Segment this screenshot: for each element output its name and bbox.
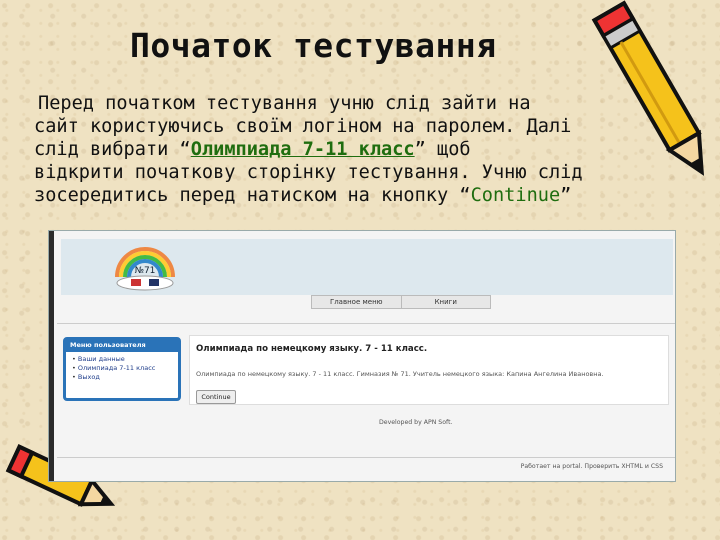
divider [57, 323, 675, 324]
school-logo-icon: №71 [115, 247, 175, 291]
site-footer: Работает на portal. Проверить XHTML и CS… [520, 463, 663, 470]
divider [57, 457, 675, 458]
menu-item-logout[interactable]: Выход [72, 373, 172, 382]
test-content-panel: Олимпиада по немецкому языку. 7 - 11 кла… [189, 335, 669, 405]
nav-books-link[interactable]: Книги [402, 296, 491, 308]
menu-item-olympiad[interactable]: Олимпиада 7-11 класс [72, 364, 172, 373]
continue-highlight: Continue [470, 185, 561, 206]
logo-text: №71 [135, 266, 156, 276]
body-text: ” щоб [414, 139, 471, 160]
body-text: слід вибрати “ [34, 139, 191, 160]
body-line: Перед початком тестування учню слід зайт… [38, 93, 531, 114]
slide-body-text: Перед початком тестування учню слід зайт… [34, 92, 654, 207]
olympiad-highlight: Олимпиада 7-11 класс [190, 139, 415, 160]
user-menu-title: Меню пользователя [66, 340, 178, 352]
site-navbar: Главное меню Книги [311, 295, 491, 309]
website-screenshot: №71 Главное меню Книги Меню пользователя… [48, 230, 676, 482]
left-strip [49, 231, 54, 481]
test-title: Олимпиада по немецкому языку. 7 - 11 кла… [196, 344, 428, 354]
test-description: Олимпиада по немецкому языку. 7 - 11 кла… [196, 370, 604, 378]
slide-title: Початок тестування [130, 26, 497, 65]
developed-by-text: Developed by APN Soft. [379, 419, 453, 426]
continue-button[interactable]: Continue [196, 390, 236, 404]
body-line: відкрити початкову сторінку тестування. … [34, 162, 583, 183]
body-line: зосередитись перед натиском на кнопку “C… [34, 184, 654, 207]
body-line: сайт користуючись своїм логіном на парол… [34, 116, 572, 137]
user-menu-list: Ваши данные Олимпиада 7-11 класс Выход [66, 352, 178, 385]
body-line: слід вибрати “Олимпиада 7-11 класс” щоб [34, 138, 654, 161]
nav-home-link[interactable]: Главное меню [312, 296, 402, 308]
body-text: ” [560, 185, 572, 206]
body-text: зосередитись перед натиском на кнопку “ [34, 185, 471, 206]
menu-item-profile[interactable]: Ваши данные [72, 355, 172, 364]
user-menu: Меню пользователя Ваши данные Олимпиада … [63, 337, 181, 401]
